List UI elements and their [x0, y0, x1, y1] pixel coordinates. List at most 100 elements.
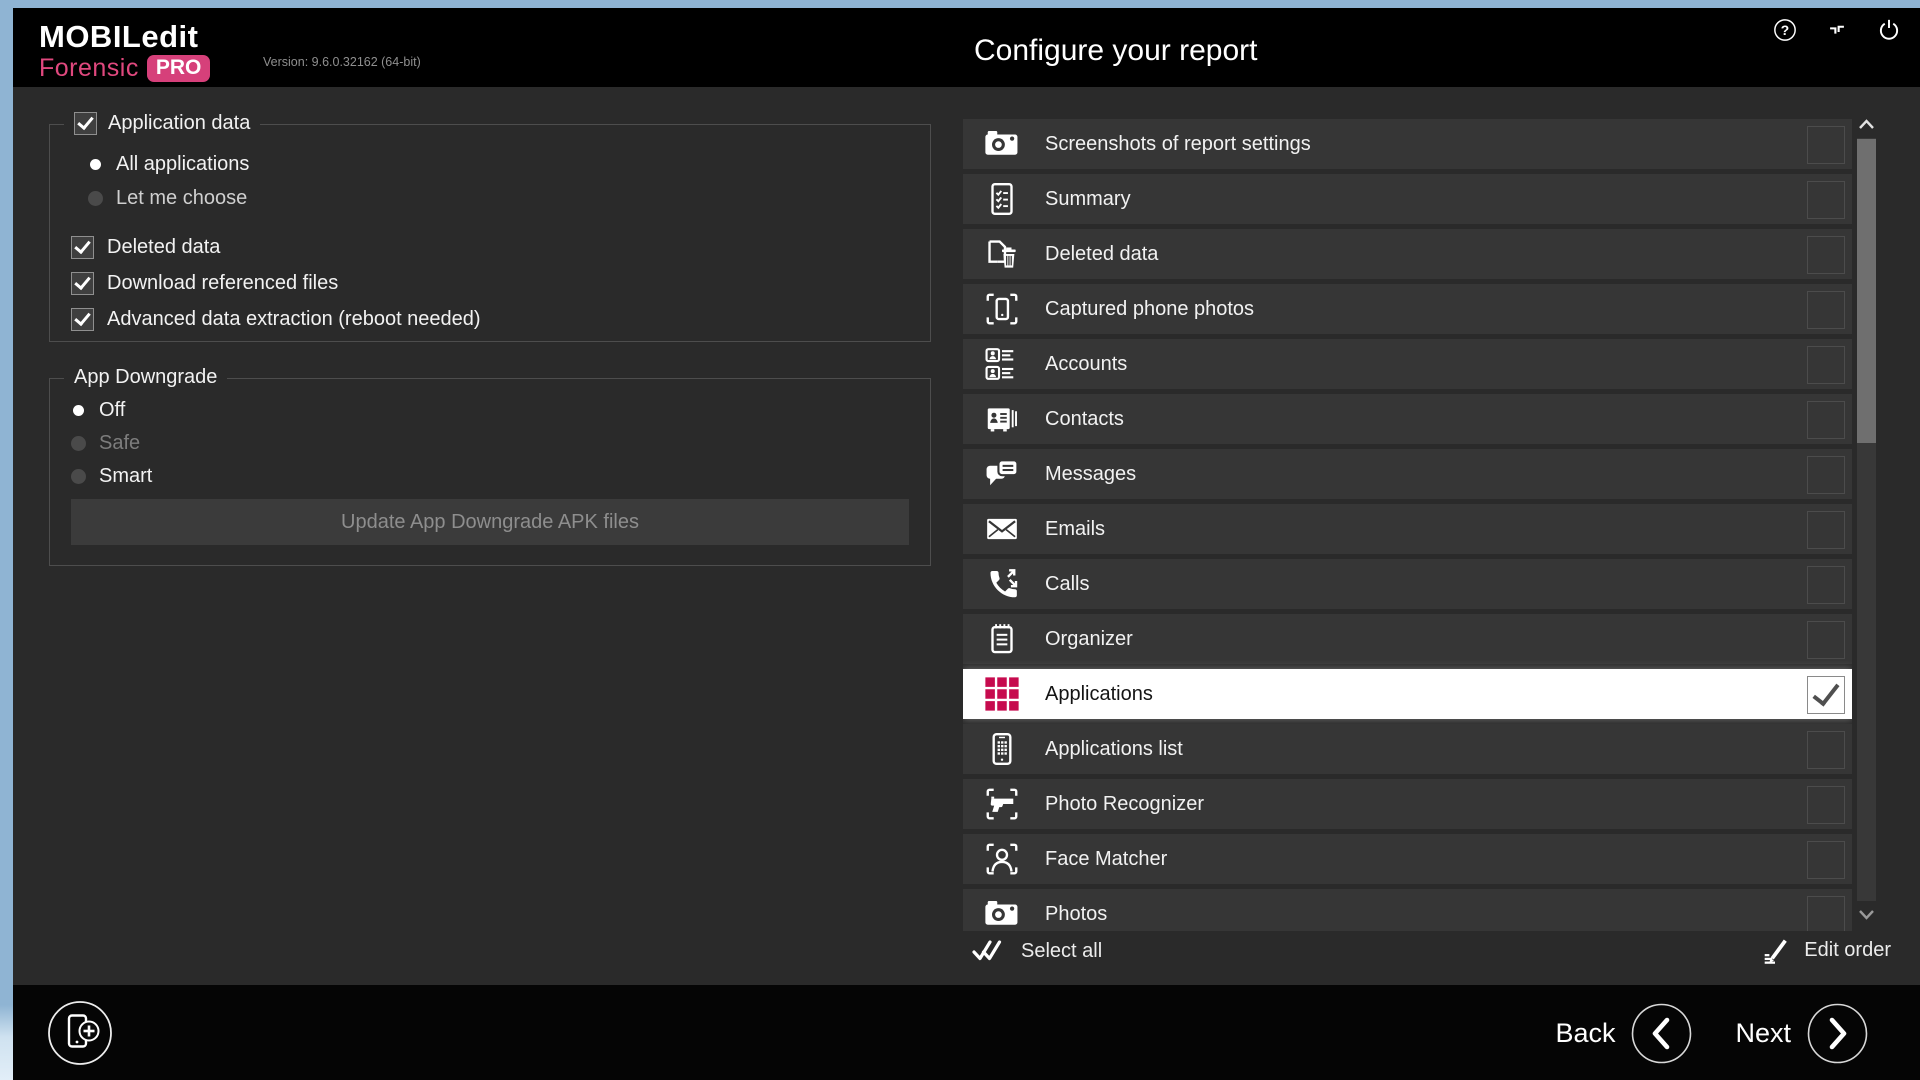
report-section-checkbox[interactable] [1807, 511, 1845, 549]
application-data-checkbox[interactable] [74, 112, 97, 135]
radio-dot[interactable] [73, 405, 84, 416]
phone-calls-icon [983, 565, 1021, 603]
connect-phone-button[interactable] [47, 1000, 113, 1066]
report-section-checkbox[interactable] [1807, 841, 1845, 879]
gun-recognizer-icon [983, 785, 1021, 823]
report-section-checkbox[interactable] [1807, 236, 1845, 274]
report-section-row[interactable]: Messages [963, 449, 1852, 499]
help-icon[interactable]: ? [1772, 17, 1798, 43]
messages-icon [983, 455, 1021, 493]
camera-icon [983, 895, 1021, 931]
phone-apps-icon [983, 730, 1021, 768]
report-section-row[interactable]: Deleted data [963, 229, 1852, 279]
group-application-data: Application data All applications Let me… [49, 124, 931, 342]
report-section-row[interactable]: Organizer [963, 614, 1852, 664]
report-section-row[interactable]: Accounts [963, 339, 1852, 389]
radio-dot[interactable] [71, 436, 86, 451]
window-frame-top [0, 0, 1920, 8]
report-section-checkbox[interactable] [1807, 291, 1845, 329]
checkbox-download-referenced-files[interactable]: Download referenced files [71, 272, 338, 295]
edit-order-button[interactable]: Edit order [1760, 935, 1891, 965]
accounts-icon [983, 345, 1021, 383]
report-section-row[interactable]: Face Matcher [963, 834, 1852, 884]
radio-downgrade-off[interactable]: Off [71, 399, 125, 422]
report-section-checkbox[interactable] [1807, 456, 1845, 494]
face-matcher-icon [983, 840, 1021, 878]
page-title: Configure your report [974, 34, 1257, 68]
edit-pencil-icon [1760, 935, 1790, 965]
report-section-checkbox[interactable] [1807, 346, 1845, 384]
scroll-down-icon[interactable] [1857, 905, 1876, 923]
footer-navigation: Back Next [1555, 1003, 1868, 1064]
power-icon[interactable] [1876, 17, 1902, 43]
report-section-label: Captured phone photos [1045, 298, 1254, 321]
checkbox-deleted-data[interactable]: Deleted data [71, 236, 220, 259]
checkbox-box[interactable] [71, 236, 94, 259]
report-section-row[interactable]: Emails [963, 504, 1852, 554]
report-section-label: Accounts [1045, 353, 1127, 376]
phone-capture-icon [983, 290, 1021, 328]
notepad-icon [983, 620, 1021, 658]
report-section-label: Calls [1045, 573, 1089, 596]
checkbox-advanced-data-extraction[interactable]: Advanced data extraction (reboot needed) [71, 308, 481, 331]
report-section-checkbox[interactable] [1807, 566, 1845, 604]
report-sections-list: Screenshots of report settings Summary D… [963, 119, 1852, 931]
report-section-checkbox[interactable] [1807, 786, 1845, 824]
next-circle-icon[interactable] [1807, 1003, 1868, 1064]
checklist-document-icon [983, 180, 1021, 218]
edit-order-label: Edit order [1804, 939, 1891, 962]
report-section-row[interactable]: Summary [963, 174, 1852, 224]
report-section-row[interactable]: Calls [963, 559, 1852, 609]
checkbox-box[interactable] [71, 308, 94, 331]
back-circle-icon[interactable] [1631, 1003, 1692, 1064]
back-button[interactable]: Back [1555, 1018, 1615, 1049]
report-section-checkbox[interactable] [1807, 621, 1845, 659]
report-section-checkbox[interactable] [1807, 896, 1845, 931]
radio-dot[interactable] [90, 159, 101, 170]
report-section-checkbox[interactable] [1807, 731, 1845, 769]
app-downgrade-label: App Downgrade [74, 366, 217, 389]
next-button[interactable]: Next [1735, 1018, 1791, 1049]
checkbox-box[interactable] [71, 272, 94, 295]
report-section-label: Face Matcher [1045, 848, 1167, 871]
radio-let-me-choose[interactable]: Let me choose [88, 187, 247, 210]
report-section-row[interactable]: Photo Recognizer [963, 779, 1852, 829]
report-section-row[interactable]: Applications list [963, 724, 1852, 774]
window-frame-left [0, 8, 13, 1080]
scrollbar-track[interactable] [1857, 138, 1876, 901]
application-data-label: Application data [108, 112, 250, 135]
report-section-label: Emails [1045, 518, 1105, 541]
group-app-downgrade: App Downgrade Off Safe Smart Update App … [49, 378, 931, 566]
pro-badge: PRO [147, 55, 211, 82]
report-section-row[interactable]: Screenshots of report settings [963, 119, 1852, 169]
contacts-icon [983, 400, 1021, 438]
report-section-checkbox[interactable] [1807, 181, 1845, 219]
report-section-label: Contacts [1045, 408, 1124, 431]
report-section-row[interactable]: Photos [963, 889, 1852, 931]
select-all-button[interactable]: Select all [971, 935, 1102, 967]
report-section-label: Applications list [1045, 738, 1183, 761]
radio-downgrade-safe[interactable]: Safe [71, 432, 140, 455]
radio-dot[interactable] [71, 469, 86, 484]
radio-all-applications[interactable]: All applications [88, 153, 249, 176]
brand-edition: Forensic [39, 54, 139, 83]
report-section-checkbox[interactable] [1807, 401, 1845, 439]
radio-dot[interactable] [88, 191, 103, 206]
restore-window-icon[interactable] [1824, 17, 1850, 43]
scroll-up-icon[interactable] [1857, 116, 1876, 134]
list-bottom-bar: Select all Edit order [963, 935, 1893, 983]
svg-text:?: ? [1781, 22, 1789, 38]
report-section-row[interactable]: Applications [963, 669, 1852, 719]
report-section-row[interactable]: Contacts [963, 394, 1852, 444]
update-app-downgrade-button[interactable]: Update App Downgrade APK files [71, 499, 909, 545]
scrollbar-thumb[interactable] [1857, 139, 1876, 443]
select-all-label: Select all [1021, 940, 1102, 963]
report-section-checkbox[interactable] [1807, 676, 1845, 714]
radio-downgrade-smart[interactable]: Smart [71, 465, 152, 488]
report-section-checkbox[interactable] [1807, 126, 1845, 164]
report-section-row[interactable]: Captured phone photos [963, 284, 1852, 334]
main-panel: Application data All applications Let me… [13, 87, 1920, 985]
report-section-label: Messages [1045, 463, 1136, 486]
report-section-label: Deleted data [1045, 243, 1158, 266]
report-section-label: Photos [1045, 903, 1107, 926]
